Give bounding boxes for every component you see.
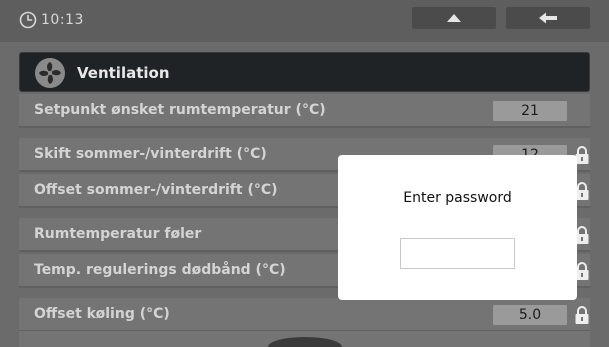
setting-row[interactable]: Offset køling (°C) 5.0 (19, 298, 590, 332)
status-bar: 10:13 (0, 0, 609, 42)
clock-icon (19, 11, 37, 29)
setting-label: Offset sommer-/vinterdrift (°C) (34, 182, 278, 198)
setting-label: Offset køling (°C) (34, 306, 170, 322)
clock-time: 10:13 (41, 12, 84, 28)
setting-label: Rumtemperatur føler (34, 226, 202, 242)
setting-row[interactable]: Setpunkt ønsket rumtemperatur (°C) 21 (19, 94, 590, 128)
back-arrow-icon (539, 12, 557, 24)
home-button[interactable] (412, 7, 496, 29)
fan-icon (35, 58, 65, 88)
setting-label: Skift sommer-/vinterdrift (°C) (34, 146, 267, 162)
setting-label: Temp. regulerings dødbånd (°C) (34, 262, 286, 278)
setting-label: Setpunkt ønsket rumtemperatur (°C) (34, 102, 326, 118)
page-title: Ventilation (77, 64, 170, 82)
dialog-title: Enter password (403, 190, 512, 206)
password-input[interactable] (400, 238, 515, 269)
password-dialog: Enter password (338, 155, 577, 300)
screen: 10:13 Ventilation Setpunkt ønsket rumtem… (0, 0, 609, 347)
back-button[interactable] (506, 7, 590, 29)
setting-value[interactable]: 5.0 (493, 305, 567, 325)
lock-icon[interactable] (574, 305, 590, 325)
home-icon (447, 14, 461, 22)
section-header: Ventilation (19, 52, 590, 92)
setting-value[interactable]: 21 (493, 101, 567, 121)
